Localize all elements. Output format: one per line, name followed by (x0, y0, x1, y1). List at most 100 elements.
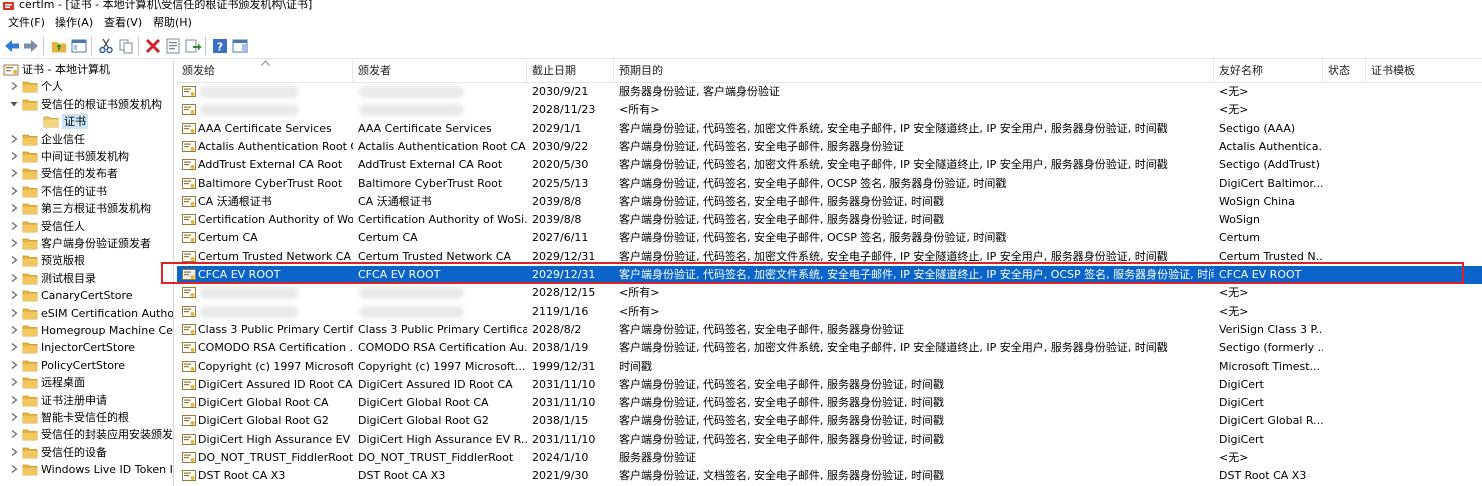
tree-node-label: 中间证书颁发机构 (41, 150, 129, 163)
chevron-right-icon[interactable] (9, 238, 19, 248)
folder-icon (22, 447, 38, 459)
certificate-list[interactable]: 颁发给 颁发者 截止日期 预期目的 友好名称 状态 证书模板 2030/9/21… (177, 60, 1482, 486)
menu-help[interactable]: 帮助(H) (153, 15, 192, 31)
menu-file[interactable]: 文件(F) (8, 15, 45, 31)
chevron-right-icon[interactable] (9, 168, 19, 178)
column-header-certificate-template[interactable]: 证书模板 (1366, 60, 1482, 82)
show-action-pane-button[interactable] (231, 37, 249, 55)
table-row[interactable]: 2028/11/23 <所有> <无> (177, 101, 1482, 119)
table-row[interactable]: Certum CA Certum CA 2027/6/11 客户端身份验证, 代码签名… (177, 229, 1482, 247)
chevron-right-icon[interactable] (9, 81, 19, 91)
chevron-down-icon[interactable] (9, 99, 19, 109)
table-row[interactable]: Copyright (c) 1997 Microsoft... Copyright… (177, 358, 1482, 376)
up-one-level-button[interactable] (50, 37, 68, 55)
folder-icon (22, 81, 38, 93)
cell-friendly: DigiCert Baltimor... (1219, 176, 1323, 190)
show-hide-console-tree-button[interactable] (70, 37, 88, 55)
toolbar-separator (43, 37, 44, 55)
table-row[interactable]: DO_NOT_TRUST_FiddlerRoot DO_NOT_TRUST_Fid… (177, 449, 1482, 467)
cell-template (1366, 467, 1482, 485)
table-row[interactable]: AAA Certificate Services AAA Certificate … (177, 120, 1482, 138)
tree-node-label: 个人 (41, 80, 63, 94)
chevron-right-icon[interactable] (9, 221, 19, 231)
cell-friendly: Microsoft Timest... (1219, 359, 1321, 373)
cell-template (1366, 156, 1482, 174)
cell-status (1323, 83, 1366, 101)
tree-node-label: 企业信任 (41, 132, 85, 146)
table-row[interactable]: DST Root CA X3 DST Root CA X3 2021/9/30 客户端… (177, 467, 1482, 485)
back-button[interactable] (3, 37, 21, 55)
cell-purposes: <所有> (619, 103, 660, 117)
tree-node-label: 远程桌面 (41, 376, 85, 390)
table-row[interactable]: DigiCert Global Root G2 DigiCert Global R… (177, 412, 1482, 430)
console-tree[interactable]: 证书 - 本地计算机 个人 受信任的根证书颁发机构 证书 企业信任 中间证书颁发机构 受信任… (0, 60, 174, 486)
table-row[interactable]: 2028/12/15 <所有> <无> (177, 284, 1482, 302)
chevron-right-icon[interactable] (9, 203, 19, 213)
cell-expires: 2030/9/21 (532, 85, 589, 98)
tree-node-label: 测试根目录 (41, 271, 96, 285)
cell-expires: 2028/8/2 (532, 322, 582, 336)
properties-button[interactable] (164, 37, 182, 55)
table-row[interactable]: Baltimore CyberTrust Root Baltimore Cyber… (177, 175, 1482, 193)
column-header-issued-to[interactable]: 颁发给 (177, 60, 353, 82)
table-row[interactable]: Certum Trusted Network CA Certum Trusted … (177, 248, 1482, 266)
folder-icon (22, 168, 38, 180)
chevron-right-icon[interactable] (9, 447, 19, 457)
chevron-right-icon[interactable] (9, 290, 19, 300)
help-button[interactable]: ? (211, 37, 229, 55)
chevron-right-icon[interactable] (9, 273, 19, 283)
cell-issued-to: AAA Certificate Services (198, 121, 332, 135)
folder-icon (22, 429, 38, 441)
cell-expires: 2020/5/30 (532, 158, 589, 172)
window-title: certlm - [证书 - 本地计算机\受信任的根证书颁发机构\证书] (19, 0, 313, 11)
table-row[interactable]: Actalis Authentication Root CA Actalis Au… (177, 138, 1482, 156)
chevron-right-icon[interactable] (9, 429, 19, 439)
table-row[interactable]: 2030/9/21 服务器身份验证, 客户端身份验证 <无> (177, 83, 1482, 101)
table-row[interactable]: AddTrust External CA Root AddTrust Extern… (177, 156, 1482, 174)
column-header-friendly-name[interactable]: 友好名称 (1214, 60, 1323, 82)
chevron-right-icon[interactable] (9, 325, 19, 335)
table-row[interactable]: 2119/1/16 <所有> <无> (177, 303, 1482, 321)
table-row[interactable]: DigiCert Assured ID Root CA DigiCert Assu… (177, 376, 1482, 394)
copy-button[interactable] (117, 37, 135, 55)
column-header-intended-purposes[interactable]: 预期目的 (614, 60, 1214, 82)
export-list-button[interactable] (184, 37, 202, 55)
chevron-right-icon[interactable] (9, 412, 19, 422)
delete-button[interactable] (144, 37, 162, 55)
chevron-right-icon[interactable] (9, 308, 19, 318)
table-row[interactable]: Certification Authority of Wo... Certific… (177, 211, 1482, 229)
tree-node-label: 证书 (62, 114, 88, 130)
cell-expires: 2039/8/8 (532, 194, 582, 208)
chevron-right-icon[interactable] (9, 151, 19, 161)
column-header-expiration-date[interactable]: 截止日期 (527, 60, 614, 82)
table-row[interactable]: DigiCert Global Root CA DigiCert Global R… (177, 394, 1482, 412)
chevron-right-icon[interactable] (9, 342, 19, 352)
chevron-right-icon[interactable] (9, 360, 19, 370)
cell-expires: 2119/1/16 (532, 304, 589, 318)
table-row[interactable]: DigiCert High Assurance EV ... DigiCert H… (177, 431, 1482, 449)
chevron-right-icon[interactable] (9, 395, 19, 405)
cell-issued-to: COMODO RSA Certification ... (198, 341, 353, 355)
folder-icon (22, 186, 38, 198)
chevron-right-icon[interactable] (9, 186, 19, 196)
cell-status (1323, 358, 1366, 376)
chevron-right-icon[interactable] (9, 134, 19, 144)
column-header-status[interactable]: 状态 (1323, 60, 1366, 82)
cell-expires: 2030/9/22 (532, 139, 589, 153)
chevron-right-icon[interactable] (9, 255, 19, 265)
table-row[interactable]: Class 3 Public Primary Certifi... Class 3… (177, 321, 1482, 339)
table-row[interactable]: COMODO RSA Certification ... COMODO RSA C… (177, 339, 1482, 357)
forward-button[interactable] (22, 37, 40, 55)
menu-view[interactable]: 查看(V) (104, 15, 142, 31)
cut-button[interactable] (97, 37, 115, 55)
menu-action[interactable]: 操作(A) (55, 15, 93, 31)
chevron-right-icon[interactable] (9, 464, 19, 474)
column-header-issuer[interactable]: 颁发者 (353, 60, 527, 82)
table-row[interactable]: CFCA EV ROOT CFCA EV ROOT 2029/12/31 客户端身份验… (177, 266, 1482, 284)
table-row[interactable]: CA 沃通根证书 CA 沃通根证书 2039/8/8 客户端身份验证, 代码签名, 安… (177, 193, 1482, 211)
cell-purposes: 客户端身份验证, 代码签名, 加密文件系统, 安全电子邮件, IP 安全隧道终止… (619, 158, 1168, 172)
chevron-right-icon[interactable] (9, 377, 19, 387)
title-bar: certlm - [证书 - 本地计算机\受信任的根证书颁发机构\证书] (0, 0, 1482, 12)
console-tree-icon (71, 39, 87, 53)
folder-icon (22, 464, 38, 476)
